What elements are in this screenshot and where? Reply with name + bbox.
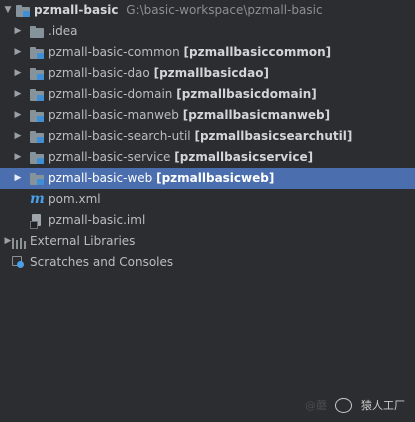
wechat-icon: [334, 397, 352, 413]
tree-item-idea[interactable]: ▶ .idea: [0, 21, 415, 42]
tree-item-dao[interactable]: ▶ pzmall-basic-dao [pzmallbasicdao]: [0, 63, 415, 84]
watermark-text: 猿人工厂: [361, 399, 405, 412]
chevron-down-icon[interactable]: ▼: [2, 0, 14, 21]
folder-icon: [30, 26, 44, 38]
tree-root-pzmall-basic[interactable]: ▼ pzmall-basic G:\basic-workspace\pzmall…: [0, 0, 415, 21]
chevron-right-icon[interactable]: ▶: [12, 126, 24, 147]
watermark-faint-text: @蘑: [305, 399, 327, 412]
module-name: [pzmallbasicmanweb]: [182, 108, 331, 122]
module-folder-icon: [30, 47, 44, 59]
chevron-right-icon[interactable]: ▶: [12, 21, 24, 42]
module-name: [pzmallbasicweb]: [156, 171, 275, 185]
project-name: pzmall-basic: [34, 3, 119, 17]
library-icon: [12, 236, 26, 249]
chevron-right-icon[interactable]: ▶: [12, 42, 24, 63]
tree-item-service[interactable]: ▶ pzmall-basic-service [pzmallbasicservi…: [0, 147, 415, 168]
external-libraries-label: External Libraries: [30, 234, 136, 248]
chevron-right-icon[interactable]: ▶: [12, 63, 24, 84]
iml-file-icon: [30, 214, 44, 229]
module-folder-icon: [30, 89, 44, 101]
project-path: G:\basic-workspace\pzmall-basic: [126, 3, 323, 17]
file-label: pom.xml: [48, 192, 101, 206]
chevron-right-icon[interactable]: ▶: [12, 147, 24, 168]
module-name: [pzmallbasiccommon]: [183, 45, 332, 59]
tree-item-label: .idea: [48, 24, 78, 38]
module-folder-icon: [30, 131, 44, 143]
module-name: [pzmallbasicsearchutil]: [194, 129, 353, 143]
project-tree: ▼ pzmall-basic G:\basic-workspace\pzmall…: [0, 0, 415, 273]
tree-item-label: pzmall-basic-search-util: [48, 129, 191, 143]
scratches-icon: [12, 256, 26, 269]
tree-item-manweb[interactable]: ▶ pzmall-basic-manweb [pzmallbasicmanweb…: [0, 105, 415, 126]
tree-item-label: pzmall-basic-common: [48, 45, 180, 59]
module-folder-icon: [30, 68, 44, 80]
tree-item-scratches[interactable]: Scratches and Consoles: [0, 252, 415, 273]
tree-item-web[interactable]: ▶ pzmall-basic-web [pzmallbasicweb]: [0, 168, 415, 189]
tree-item-domain[interactable]: ▶ pzmall-basic-domain [pzmallbasicdomain…: [0, 84, 415, 105]
chevron-right-icon[interactable]: ▶: [12, 105, 24, 126]
tree-item-label: pzmall-basic-domain: [48, 87, 173, 101]
module-name: [pzmallbasicservice]: [174, 150, 314, 164]
chevron-right-icon[interactable]: ▶: [12, 168, 24, 189]
module-folder-icon: [30, 110, 44, 122]
module-name: [pzmallbasicdao]: [153, 66, 269, 80]
module-folder-icon: [16, 5, 30, 17]
scratches-label: Scratches and Consoles: [30, 255, 174, 269]
tree-item-external-libraries[interactable]: ▶ External Libraries: [0, 231, 415, 252]
tree-item-pom[interactable]: m pom.xml: [0, 189, 415, 210]
chevron-right-icon[interactable]: ▶: [12, 84, 24, 105]
tree-item-search-util[interactable]: ▶ pzmall-basic-search-util [pzmallbasics…: [0, 126, 415, 147]
maven-icon: m: [30, 191, 45, 207]
module-name: [pzmallbasicdomain]: [176, 87, 317, 101]
module-folder-icon: [30, 173, 44, 185]
tree-item-iml[interactable]: pzmall-basic.iml: [0, 210, 415, 231]
tree-item-label: pzmall-basic-web: [48, 171, 153, 185]
tree-item-label: pzmall-basic-dao: [48, 66, 150, 80]
module-folder-icon: [30, 152, 44, 164]
tree-item-common[interactable]: ▶ pzmall-basic-common [pzmallbasiccommon…: [0, 42, 415, 63]
watermark: @蘑 猿人工厂: [305, 397, 405, 415]
tree-item-label: pzmall-basic-manweb: [48, 108, 179, 122]
tree-item-label: pzmall-basic-service: [48, 150, 171, 164]
file-label: pzmall-basic.iml: [48, 213, 146, 227]
